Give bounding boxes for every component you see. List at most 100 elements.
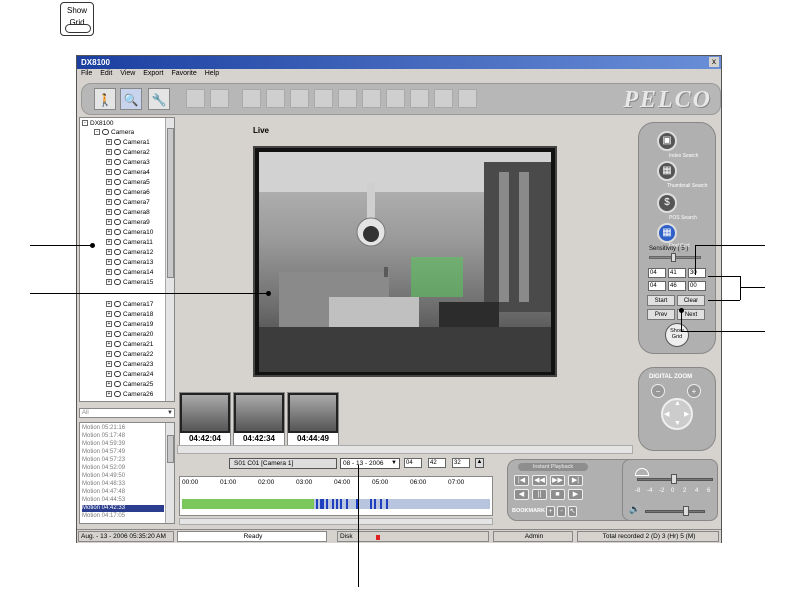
- thumbnail-3[interactable]: 04:44:49: [287, 392, 339, 446]
- layout-13-icon[interactable]: [410, 89, 429, 108]
- event-list-item[interactable]: Motion 04:17:05: [82, 513, 164, 520]
- skip-end-icon[interactable]: ▶|: [568, 475, 583, 486]
- event-list-item[interactable]: Motion 05:21:16: [82, 425, 164, 432]
- bookmark-add-icon[interactable]: +: [546, 506, 555, 517]
- start-minute-field[interactable]: 41: [668, 268, 686, 278]
- layout-9-icon[interactable]: [290, 89, 309, 108]
- time-hour-field[interactable]: 04: [404, 458, 422, 468]
- menu-export[interactable]: Export: [143, 70, 163, 77]
- layout-20-icon[interactable]: [434, 89, 453, 108]
- camera-select[interactable]: S01 C01 [Camera 1]: [229, 458, 337, 469]
- date-dropdown-icon[interactable]: ▼: [391, 460, 397, 466]
- menu-view[interactable]: View: [120, 70, 135, 77]
- zoom-dpad[interactable]: ▲ ▼ ◀ ▶: [661, 398, 693, 430]
- start-second-field[interactable]: 30: [688, 268, 706, 278]
- prev-button[interactable]: Prev: [647, 309, 675, 320]
- close-button[interactable]: x: [709, 57, 719, 67]
- video-area-scrollbar[interactable]: [177, 445, 633, 454]
- tree-camera-item[interactable]: + Camera23: [106, 360, 196, 370]
- recording-timeline[interactable]: 00:00 01:00 02:00 03:00 04:00 05:00 06:00 07:00: [179, 476, 493, 516]
- end-minute-field[interactable]: 46: [668, 281, 686, 291]
- tree-scroll-thumb[interactable]: [167, 128, 174, 278]
- time-second-field[interactable]: 32: [452, 458, 470, 468]
- tree-camera-item[interactable]: + Camera20: [106, 330, 196, 340]
- tree-camera-item[interactable]: + Camera5: [106, 178, 196, 188]
- volume-slider-thumb[interactable]: [683, 506, 689, 516]
- event-list-item[interactable]: Motion 04:49:50: [82, 473, 164, 480]
- end-hour-field[interactable]: 04: [648, 281, 666, 291]
- layout-full-icon[interactable]: [458, 89, 477, 108]
- layout-1-icon[interactable]: [242, 89, 261, 108]
- menu-favorite[interactable]: Favorite: [171, 70, 196, 77]
- zoom-out-icon[interactable]: −: [651, 384, 665, 398]
- live-video-view[interactable]: [253, 146, 557, 377]
- time-minute-field[interactable]: 42: [428, 458, 446, 468]
- skip-start-icon[interactable]: |◀: [514, 475, 529, 486]
- pause-icon[interactable]: ||: [532, 489, 547, 500]
- end-second-field[interactable]: 00: [688, 281, 706, 291]
- timeline-scrollbar[interactable]: [179, 518, 493, 525]
- tree-camera-item[interactable]: + Camera11: [106, 238, 196, 248]
- thumbnail-1[interactable]: 04:42:04: [179, 392, 231, 446]
- pos-search-icon[interactable]: $: [657, 193, 677, 213]
- tree-camera-item[interactable]: + Camera7: [106, 198, 196, 208]
- chevron-down-icon[interactable]: ▼: [167, 409, 173, 418]
- tree-camera-item[interactable]: + Camera1: [106, 138, 196, 148]
- play-icon[interactable]: ▶: [568, 489, 583, 500]
- event-list-item[interactable]: Motion 05:17:48: [82, 433, 164, 440]
- bookmark-go-icon[interactable]: ↖: [568, 506, 577, 517]
- tree-camera-item[interactable]: + Camera15: [106, 278, 196, 288]
- pan-up-icon[interactable]: ▲: [674, 400, 681, 407]
- fast-forward-icon[interactable]: ▶▶: [550, 475, 565, 486]
- layout-10-icon[interactable]: [386, 89, 405, 108]
- menu-file[interactable]: File: [81, 70, 92, 77]
- sensitivity-slider-thumb[interactable]: [671, 253, 676, 262]
- setup-tools-icon[interactable]: 🔧: [148, 88, 170, 110]
- tree-camera-item[interactable]: + Camera8: [106, 208, 196, 218]
- tree-camera-item[interactable]: + Camera3: [106, 158, 196, 168]
- index-search-icon[interactable]: ▣: [657, 131, 677, 151]
- layout-8-icon[interactable]: [362, 89, 381, 108]
- layout-6-icon[interactable]: [338, 89, 357, 108]
- event-list-item[interactable]: Motion 04:44:53: [82, 497, 164, 504]
- tree-camera-item[interactable]: + Camera13: [106, 258, 196, 268]
- speed-slider-thumb[interactable]: [671, 474, 677, 484]
- pan-right-icon[interactable]: ▶: [684, 410, 689, 418]
- tree-camera-item[interactable]: + Camera17: [106, 300, 196, 310]
- show-grid-button[interactable]: Show Grid: [665, 323, 689, 347]
- layout-16-icon[interactable]: [314, 89, 333, 108]
- pan-left-icon[interactable]: ◀: [664, 410, 669, 418]
- tree-camera-item[interactable]: + Camera22: [106, 350, 196, 360]
- tree-camera-item[interactable]: + Camera10: [106, 228, 196, 238]
- tree-camera-item[interactable]: + Camera24: [106, 370, 196, 380]
- tree-camera-item[interactable]: + Camera4: [106, 168, 196, 178]
- search-mode-icon[interactable]: 🔍: [120, 88, 142, 110]
- event-list-item[interactable]: Motion 04:47:48: [82, 489, 164, 496]
- clear-button[interactable]: Clear: [677, 295, 705, 306]
- tree-camera-item[interactable]: + Camera19: [106, 320, 196, 330]
- menu-help[interactable]: Help: [205, 70, 219, 77]
- tree-camera-item[interactable]: + Camera12: [106, 248, 196, 258]
- reverse-play-icon[interactable]: ◀: [514, 489, 529, 500]
- start-hour-field[interactable]: 04: [648, 268, 666, 278]
- tree-scrollbar[interactable]: [165, 118, 174, 401]
- volume-slider[interactable]: [645, 510, 705, 513]
- stop-icon[interactable]: ■: [550, 489, 565, 500]
- event-list-item[interactable]: Motion 04:52:09: [82, 465, 164, 472]
- event-list-scrollbar[interactable]: [165, 423, 174, 523]
- timeline-up-icon[interactable]: ▲: [475, 458, 484, 468]
- tree-camera-item[interactable]: + Camera21: [106, 340, 196, 350]
- event-list-item[interactable]: Motion 04:57:23: [82, 457, 164, 464]
- layout-4-icon[interactable]: [266, 89, 285, 108]
- motion-grid-icon[interactable]: ▦: [657, 223, 677, 243]
- tree-camera-item[interactable]: + Camera2: [106, 148, 196, 158]
- event-list-item[interactable]: Motion 04:42:33: [82, 505, 164, 512]
- event-filter-select[interactable]: All ▼: [79, 408, 175, 418]
- bookmark-remove-icon[interactable]: -: [557, 506, 566, 517]
- pan-down-icon[interactable]: ▼: [674, 420, 681, 427]
- zoom-in-icon[interactable]: +: [687, 384, 701, 398]
- thumbnail-search-icon[interactable]: ▦: [657, 161, 677, 181]
- event-list-item[interactable]: Motion 04:48:33: [82, 481, 164, 488]
- menu-edit[interactable]: Edit: [100, 70, 112, 77]
- event-list-scroll-thumb[interactable]: [167, 435, 174, 463]
